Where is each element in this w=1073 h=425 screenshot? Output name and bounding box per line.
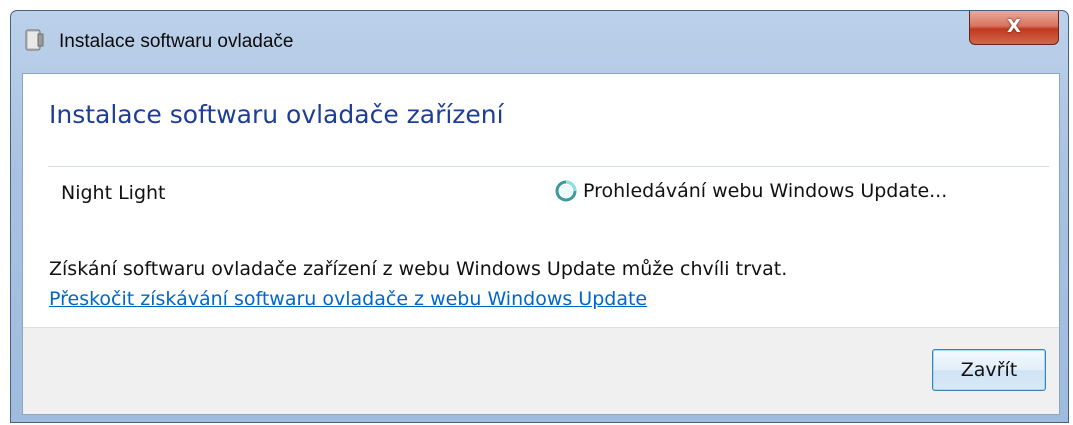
close-icon: X [1007, 16, 1021, 37]
window-close-button[interactable]: X [969, 11, 1059, 45]
title-bar[interactable]: Instalace softwaru ovladače X [11, 11, 1068, 73]
info-text: Získání softwaru ovladače zařízení z web… [49, 258, 788, 280]
status-text: Prohledávání webu Windows Update... [583, 180, 948, 202]
device-name: Night Light [61, 182, 166, 204]
searching-spinner-icon [555, 180, 577, 202]
window-title: Instalace softwaru ovladače [59, 31, 294, 52]
page-title: Instalace softwaru ovladače zařízení [49, 100, 504, 129]
divider [48, 166, 1049, 167]
dialog-footer: Zavřít [23, 327, 1059, 414]
skip-windows-update-link[interactable]: Přeskočit získávání softwaru ovladače z … [49, 288, 647, 310]
driver-install-icon [25, 29, 44, 51]
dialog-content: Instalace softwaru ovladače zařízení Nig… [22, 73, 1060, 415]
close-button[interactable]: Zavřít [932, 349, 1046, 391]
dialog-window: Instalace softwaru ovladače X Instalace … [10, 10, 1069, 423]
device-status: Prohledávání webu Windows Update... [555, 180, 947, 202]
